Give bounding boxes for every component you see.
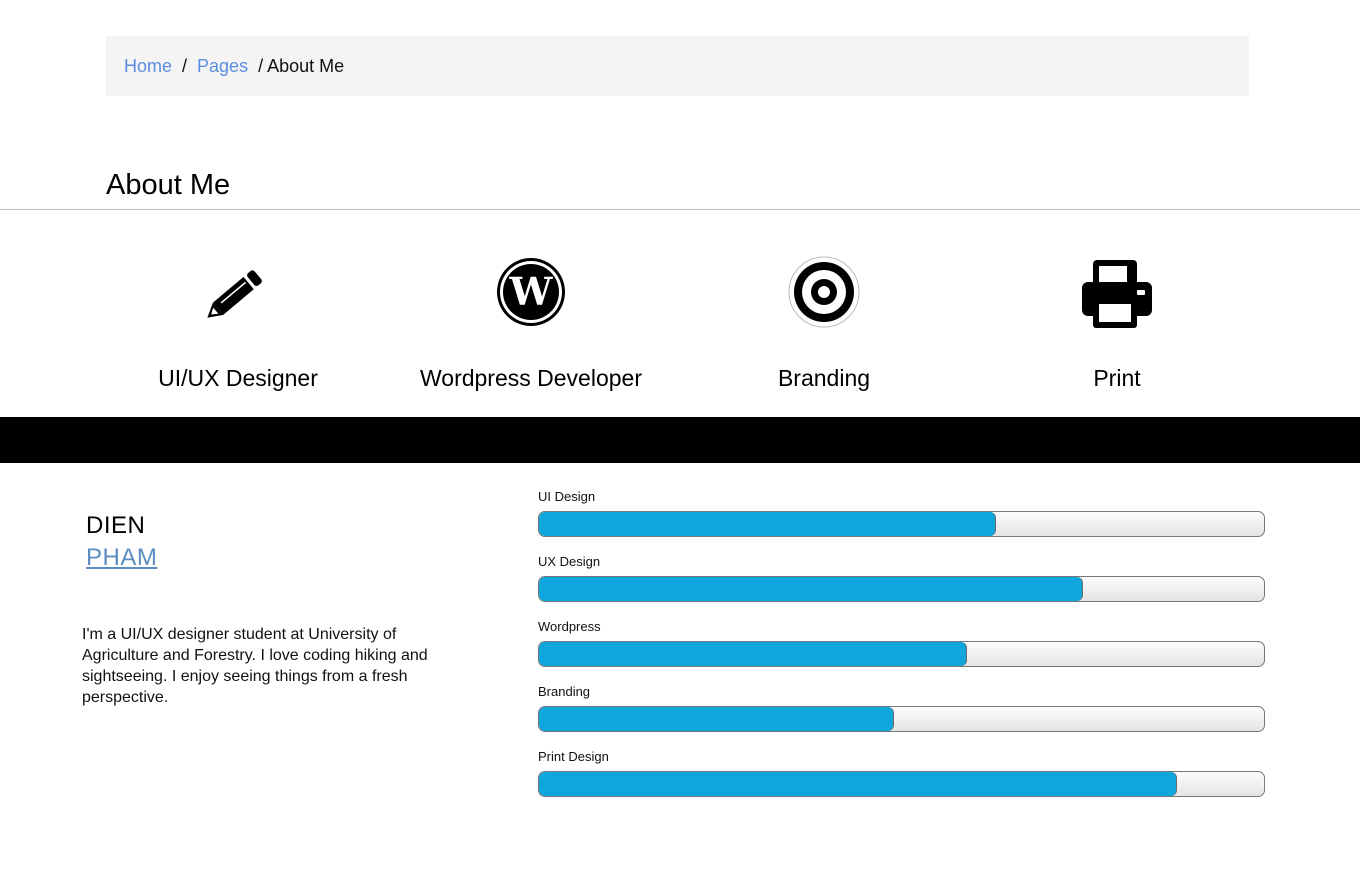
skill-progress-fill: [539, 642, 967, 666]
skill-item: Print Design: [538, 749, 1265, 814]
skill-progress-fill: [539, 512, 996, 536]
service-label: Branding: [777, 365, 871, 391]
breadcrumb-current: About Me: [267, 55, 345, 76]
profile-last-name-link[interactable]: PHAM: [86, 544, 157, 572]
skill-progress-fill: [539, 772, 1177, 796]
breadcrumb-separator: /: [182, 55, 188, 76]
service-ui-ux-designer: UI/UX Designer: [88, 254, 388, 392]
page-title: About Me: [106, 169, 231, 201]
skill-progress-bar: [538, 771, 1265, 797]
skill-item: UI Design: [538, 489, 1265, 554]
printer-icon: [1082, 260, 1152, 328]
service-branding: Branding: [674, 254, 974, 392]
skill-item: Wordpress: [538, 619, 1265, 684]
pencil-icon: [207, 270, 262, 318]
breadcrumb-pages-link[interactable]: Pages: [197, 56, 248, 77]
skill-item: UX Design: [538, 554, 1265, 619]
service-label: Print: [1093, 365, 1141, 391]
skills-list: UI Design UX Design Wordpress Branding P…: [538, 489, 1265, 814]
service-label: UI/UX Designer: [158, 365, 318, 391]
profile-bio: I'm a UI/UX designer student at Universi…: [82, 626, 428, 706]
service-wordpress-developer: W Wordpress Developer: [381, 254, 681, 392]
skill-progress-fill: [539, 707, 895, 731]
skill-label: Branding: [538, 684, 591, 699]
skill-progress-bar: [538, 511, 1265, 537]
service-label: Wordpress Developer: [419, 365, 642, 391]
breadcrumb-home-link[interactable]: Home: [124, 56, 172, 77]
skill-progress-bar: [538, 576, 1265, 602]
skill-label: UI Design: [538, 489, 596, 504]
target-icon: [788, 256, 860, 328]
skill-progress-fill: [539, 577, 1083, 601]
breadcrumb: Home / Pages / About Me: [106, 36, 1249, 96]
title-divider: [0, 209, 1360, 210]
skill-label: Wordpress: [538, 619, 601, 634]
section-band: [0, 417, 1360, 463]
skill-item: Branding: [538, 684, 1265, 749]
wordpress-icon: W: [497, 258, 565, 326]
skill-progress-bar: [538, 641, 1265, 667]
breadcrumb-separator: /: [258, 55, 264, 76]
skill-progress-bar: [538, 706, 1265, 732]
svg-text:W: W: [509, 269, 554, 314]
service-print: Print: [967, 254, 1267, 392]
skill-label: UX Design: [538, 554, 601, 569]
profile-first-name: DIEN: [86, 512, 146, 539]
skill-label: Print Design: [538, 749, 609, 764]
